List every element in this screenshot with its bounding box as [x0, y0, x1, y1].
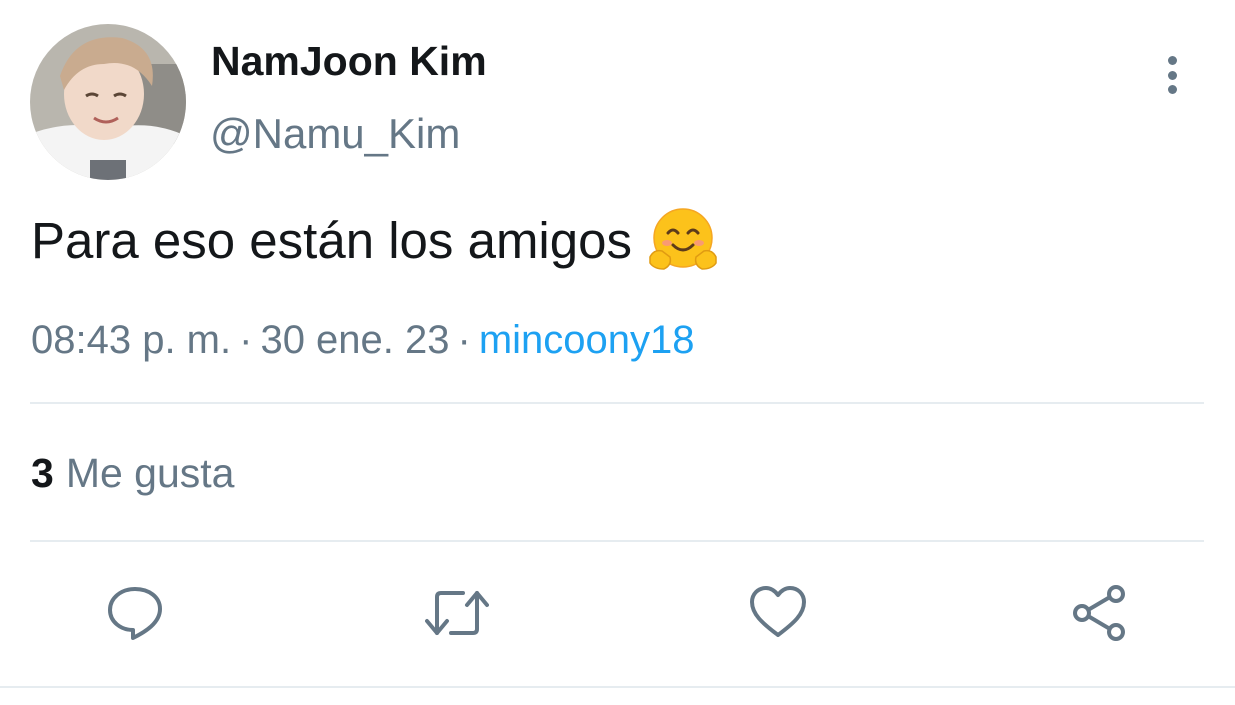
display-name[interactable]: NamJoon Kim: [211, 38, 487, 85]
tweet-body: Para eso están los amigos: [31, 211, 632, 269]
meta-separator: ·: [457, 318, 471, 362]
likes-stat[interactable]: 3 Me gusta: [31, 450, 234, 497]
retweet-icon: [425, 591, 489, 635]
divider: [30, 402, 1204, 404]
tweet-metadata: 08:43 p. m. · 30 ene. 23 · mincoony18: [31, 318, 695, 363]
bottom-divider: [0, 686, 1235, 688]
reply-button[interactable]: [105, 583, 165, 643]
share-button[interactable]: [1070, 583, 1130, 643]
likes-count: 3: [31, 450, 54, 496]
more-options-button[interactable]: [1150, 52, 1194, 98]
user-handle[interactable]: @Namu_Kim: [210, 110, 460, 158]
more-options-icon: [1167, 56, 1177, 65]
tweet-time[interactable]: 08:43 p. m.: [31, 318, 231, 362]
more-options-dot: [1167, 85, 1177, 94]
more-options-dot: [1167, 70, 1177, 80]
likes-label: Me gusta: [65, 450, 235, 496]
meta-separator: ·: [239, 318, 253, 362]
share-icon: [1073, 585, 1125, 641]
heart-icon: [750, 586, 806, 637]
avatar[interactable]: [30, 24, 186, 180]
divider: [30, 540, 1204, 542]
avatar-photo: [30, 24, 186, 180]
hugging-face-emoji-icon: [648, 205, 718, 275]
reply-icon: [108, 587, 162, 640]
tweet-text: Para eso están los amigos: [31, 205, 718, 275]
tweet-source-link[interactable]: mincoony18: [479, 318, 695, 362]
tweet-date[interactable]: 30 ene. 23: [260, 318, 449, 362]
like-button[interactable]: [748, 583, 808, 643]
retweet-button[interactable]: [425, 583, 489, 643]
